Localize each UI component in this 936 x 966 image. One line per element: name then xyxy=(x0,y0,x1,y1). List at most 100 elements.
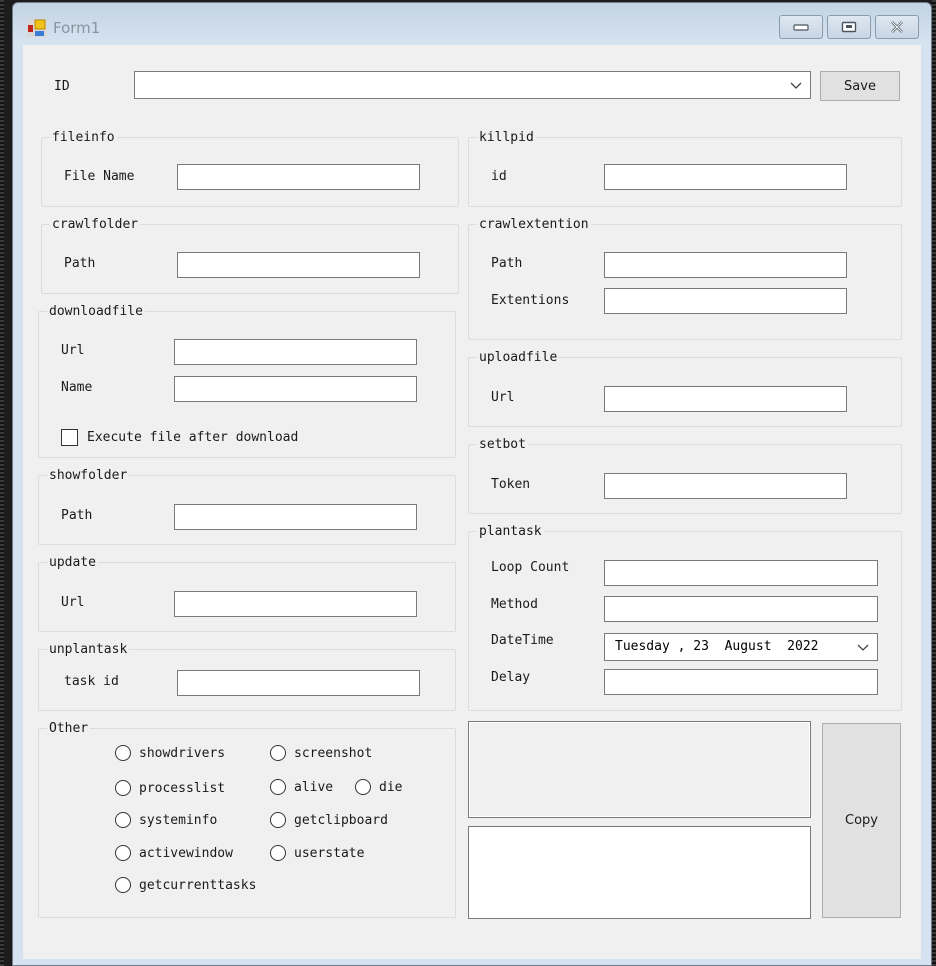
datetime-label: DateTime xyxy=(491,633,554,648)
group-uploadfile-title: uploadfile xyxy=(479,350,558,365)
radio-circle[interactable] xyxy=(115,745,131,761)
radio-label: getcurrenttasks xyxy=(139,877,257,893)
radio-label: die xyxy=(379,779,403,795)
maximize-icon xyxy=(841,21,857,33)
radio-label: getclipboard xyxy=(294,812,388,828)
id-combobox[interactable] xyxy=(134,71,811,99)
killpid-id-input[interactable] xyxy=(604,164,847,190)
datetime-value: Tuesday , 23 August 2022 xyxy=(615,639,819,654)
group-fileinfo-title: fileinfo xyxy=(52,130,115,145)
group-update-title: update xyxy=(49,555,96,570)
group-plantask-title: plantask xyxy=(479,524,542,539)
close-button[interactable] xyxy=(875,15,919,39)
save-button[interactable]: Save xyxy=(820,71,900,101)
file-name-label: File Name xyxy=(64,169,135,184)
datetime-picker[interactable]: Tuesday , 23 August 2022 xyxy=(604,633,878,661)
crawlfolder-path-label: Path xyxy=(64,256,96,271)
radio-userstate[interactable]: userstate xyxy=(270,845,364,861)
uploadfile-url-input[interactable] xyxy=(604,386,847,412)
minimize-button[interactable] xyxy=(779,15,823,39)
task-id-label: task id xyxy=(64,674,119,689)
radio-label: systeminfo xyxy=(139,812,218,828)
radio-label: processlist xyxy=(139,780,226,796)
method-label: Method xyxy=(491,597,538,612)
crawlfolder-path-input[interactable] xyxy=(177,252,420,278)
group-showfolder-title: showfolder xyxy=(49,468,128,483)
extentions-label: Extentions xyxy=(491,293,570,308)
radio-getcurrenttasks[interactable]: getcurrenttasks xyxy=(115,877,256,893)
radio-alive[interactable]: alive xyxy=(270,779,333,795)
radio-circle[interactable] xyxy=(270,745,286,761)
downloadfile-name-label: Name xyxy=(61,380,93,395)
update-url-label: Url xyxy=(61,595,85,610)
checkbox-box[interactable] xyxy=(61,429,78,446)
token-label: Token xyxy=(491,477,531,492)
radio-circle[interactable] xyxy=(270,812,286,828)
chevron-down-icon xyxy=(790,82,802,89)
radio-label: screenshot xyxy=(294,745,373,761)
maximize-button[interactable] xyxy=(827,15,871,39)
group-killpid-title: killpid xyxy=(479,130,534,145)
group-downloadfile-title: downloadfile xyxy=(49,304,143,319)
group-crawlfolder-title: crawlfolder xyxy=(52,217,139,232)
method-input[interactable] xyxy=(604,596,878,622)
radio-label: showdrivers xyxy=(139,745,226,761)
radio-die[interactable]: die xyxy=(355,779,402,795)
downloadfile-url-label: Url xyxy=(61,343,85,358)
killpid-id-label: id xyxy=(491,169,507,184)
group-setbot-title: setbot xyxy=(479,437,526,452)
radio-label: activewindow xyxy=(139,845,233,861)
update-url-input[interactable] xyxy=(174,591,417,617)
radio-circle[interactable] xyxy=(355,779,371,795)
group-crawlextention-title: crawlextention xyxy=(479,217,589,232)
form-client-area: ID Save fileinfo File Name crawlfolder P… xyxy=(23,45,921,959)
radio-circle[interactable] xyxy=(115,845,131,861)
close-icon xyxy=(891,21,903,33)
radio-circle[interactable] xyxy=(270,845,286,861)
downloadfile-url-input[interactable] xyxy=(174,339,417,365)
token-input[interactable] xyxy=(604,473,847,499)
output-textbox[interactable] xyxy=(468,826,811,919)
task-id-input[interactable] xyxy=(177,670,420,696)
showfolder-path-input[interactable] xyxy=(174,504,417,530)
execute-after-download-checkbox[interactable]: Execute file after download xyxy=(61,429,298,446)
radio-circle[interactable] xyxy=(270,779,286,795)
loop-count-label: Loop Count xyxy=(491,560,570,575)
winforms-app-icon xyxy=(27,19,47,37)
group-other-title: Other xyxy=(49,721,89,736)
radio-showdrivers[interactable]: showdrivers xyxy=(115,745,225,761)
delay-input[interactable] xyxy=(604,669,878,695)
chevron-down-icon xyxy=(857,644,869,651)
radio-screenshot[interactable]: screenshot xyxy=(270,745,372,761)
title-bar[interactable]: Form1 xyxy=(13,3,931,45)
downloadfile-name-input[interactable] xyxy=(174,376,417,402)
output-textbox-readonly[interactable] xyxy=(468,721,811,818)
id-label: ID xyxy=(54,79,70,94)
group-unplantask-title: unplantask xyxy=(49,642,128,657)
uploadfile-url-label: Url xyxy=(491,390,515,405)
delay-label: Delay xyxy=(491,670,531,685)
desktop-edge-left xyxy=(0,0,4,966)
radio-circle[interactable] xyxy=(115,812,131,828)
minimize-icon xyxy=(793,24,809,31)
showfolder-path-label: Path xyxy=(61,508,93,523)
file-name-input[interactable] xyxy=(177,164,420,190)
form-window: Form1 ID Save fileinfo File Name crawlfo… xyxy=(12,2,932,966)
radio-activewindow[interactable]: activewindow xyxy=(115,845,233,861)
execute-after-download-label: Execute file after download xyxy=(87,430,299,445)
window-title: Form1 xyxy=(53,19,101,37)
crawlextention-path-input[interactable] xyxy=(604,252,847,278)
radio-label: userstate xyxy=(294,845,365,861)
radio-circle[interactable] xyxy=(115,780,131,796)
radio-processlist[interactable]: processlist xyxy=(115,780,225,796)
extentions-input[interactable] xyxy=(604,288,847,314)
radio-systeminfo[interactable]: systeminfo xyxy=(115,812,217,828)
group-crawlextention: crawlextention xyxy=(468,217,902,340)
radio-label: alive xyxy=(294,779,334,795)
loop-count-input[interactable] xyxy=(604,560,878,586)
crawlextention-path-label: Path xyxy=(491,256,523,271)
copy-button[interactable]: Copy xyxy=(822,723,901,918)
radio-circle[interactable] xyxy=(115,877,131,893)
desktop-edge-right xyxy=(932,0,936,966)
radio-getclipboard[interactable]: getclipboard xyxy=(270,812,388,828)
